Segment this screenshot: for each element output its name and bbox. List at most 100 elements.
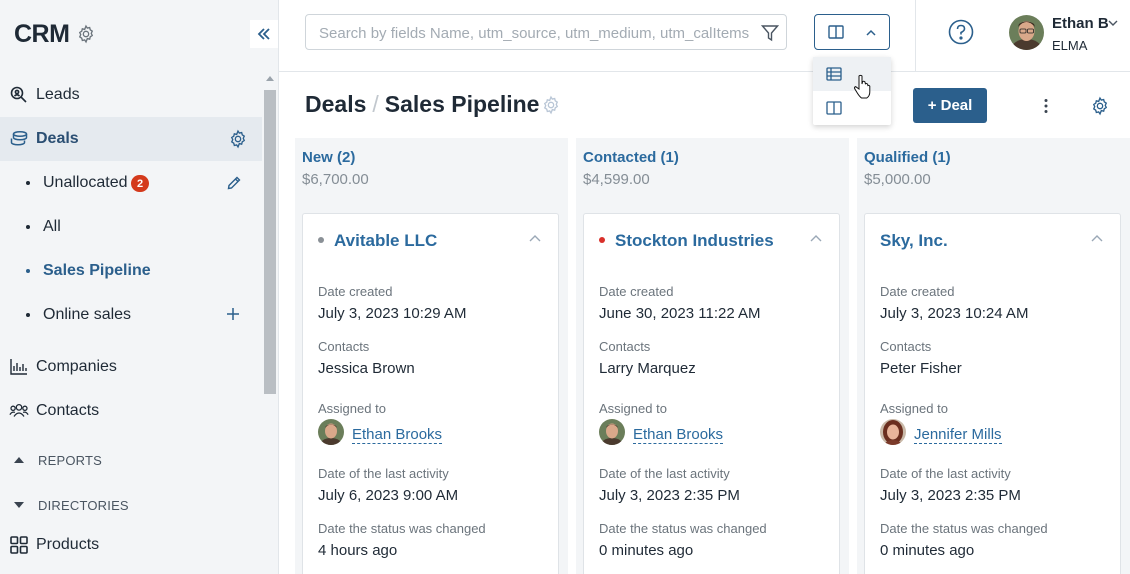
deal-card[interactable]: Avitable LLC Date created July 3, 2023 1…	[302, 213, 559, 574]
sidebar-item-deals[interactable]: Deals	[0, 117, 262, 161]
user-name[interactable]: Ethan B	[1052, 15, 1109, 32]
pipeline-column-new: New (2) $6,700.00 Avitable LLC Date crea…	[295, 138, 568, 574]
edit-pencil-icon[interactable]	[226, 175, 242, 191]
status-changed-value: 0 minutes ago	[880, 542, 975, 559]
sidebar-subitem-unallocated[interactable]: Unallocated 2	[0, 161, 262, 205]
chevron-up-icon[interactable]	[1091, 234, 1103, 242]
leads-search-icon	[10, 86, 27, 103]
assignee-avatar	[318, 419, 344, 445]
sidebar-scroll-thumb[interactable]	[264, 90, 276, 394]
column-sum: $6,700.00	[302, 171, 369, 188]
status-changed-value: 0 minutes ago	[599, 542, 694, 559]
assignee-link[interactable]: Ethan Brooks	[633, 427, 724, 444]
breadcrumb-current: Sales Pipeline	[384, 91, 540, 117]
section-label: DIRECTORIES	[38, 498, 129, 513]
sidebar: CRM Leads Deals Unallocated 2 All Sales …	[0, 0, 279, 574]
table-view-icon	[826, 67, 842, 81]
field-label: Date of the last activity	[599, 466, 730, 481]
sidebar-item-companies[interactable]: Companies	[0, 345, 262, 389]
pipeline-column-contacted: Contacted (1) $4,599.00 Stockton Industr…	[576, 138, 849, 574]
sidebar-subitem-label: Unallocated	[43, 174, 128, 191]
settings-gear-icon[interactable]	[76, 24, 96, 44]
deal-title[interactable]: Stockton Industries	[615, 231, 774, 251]
caret-up-icon	[14, 457, 24, 463]
view-mode-selector[interactable]	[814, 14, 890, 50]
field-label: Date of the last activity	[318, 466, 449, 481]
field-label: Contacts	[318, 339, 370, 354]
last-activity-value: July 6, 2023 9:00 AM	[318, 487, 459, 504]
sidebar-item-contacts[interactable]: Contacts	[0, 389, 262, 433]
deal-title[interactable]: Sky, Inc.	[880, 231, 948, 251]
sidebar-item-products[interactable]: Products	[0, 523, 262, 567]
deal-card[interactable]: Stockton Industries Date created June 30…	[583, 213, 840, 574]
section-label: REPORTS	[38, 453, 103, 468]
chevron-up-icon[interactable]	[529, 234, 541, 242]
kanban-view-icon	[828, 25, 844, 39]
pipeline-column-qualified: Qualified (1) $5,000.00 Sky, Inc. Date c…	[857, 138, 1130, 574]
date-created-value: July 3, 2023 10:29 AM	[318, 305, 467, 322]
section-directories[interactable]: DIRECTORIES	[0, 490, 262, 520]
status-dot	[318, 237, 324, 243]
contact-value: Jessica Brown	[318, 360, 415, 377]
collapse-sidebar-button[interactable]	[250, 20, 278, 48]
column-sum: $5,000.00	[864, 171, 931, 188]
field-label: Date of the last activity	[880, 466, 1011, 481]
help-icon[interactable]	[948, 19, 974, 45]
sidebar-subitem-sales-pipeline[interactable]: Sales Pipeline	[0, 249, 262, 293]
date-created-value: July 3, 2023 10:24 AM	[880, 305, 1029, 322]
pipeline-settings-gear-icon[interactable]	[541, 95, 561, 115]
column-title[interactable]: Contacted (1)	[583, 149, 679, 166]
add-deal-button[interactable]: + Deal	[913, 88, 987, 123]
section-reports[interactable]: REPORTS	[0, 445, 262, 475]
chevron-down-icon[interactable]	[1108, 19, 1118, 27]
status-changed-value: 4 hours ago	[318, 542, 398, 559]
view-option-table[interactable]	[813, 57, 891, 91]
field-label: Assigned to	[880, 401, 948, 416]
bar-chart-icon	[10, 359, 27, 375]
assignee-link[interactable]: Jennifer Mills	[914, 427, 1002, 444]
deal-title[interactable]: Avitable LLC	[334, 231, 437, 251]
search-input[interactable]: Search by fields Name, utm_source, utm_m…	[305, 14, 787, 50]
sidebar-item-leads[interactable]: Leads	[0, 73, 262, 117]
view-option-kanban[interactable]	[813, 91, 891, 125]
column-title[interactable]: Qualified (1)	[864, 149, 951, 166]
count-badge: 2	[131, 175, 149, 192]
filter-icon[interactable]	[761, 24, 779, 42]
deal-card[interactable]: Sky, Inc. Date created July 3, 2023 10:2…	[864, 213, 1121, 574]
column-title[interactable]: New (2)	[302, 149, 355, 166]
user-organization: ELMA	[1052, 38, 1088, 53]
user-avatar-image	[1009, 15, 1044, 50]
sidebar-subitem-label: Sales Pipeline	[43, 262, 151, 279]
status-dot	[599, 237, 605, 243]
deals-settings-gear-icon[interactable]	[228, 129, 248, 149]
contact-value: Peter Fisher	[880, 360, 962, 377]
sidebar-item-label: Leads	[36, 86, 80, 103]
plus-icon[interactable]	[226, 307, 240, 321]
more-options-icon[interactable]	[1041, 98, 1051, 114]
caret-down-icon	[14, 502, 24, 508]
kanban-view-icon	[826, 101, 842, 115]
user-avatar[interactable]	[1009, 15, 1044, 50]
field-label: Assigned to	[599, 401, 667, 416]
last-activity-value: July 3, 2023 2:35 PM	[880, 487, 1021, 504]
hand-pointer-cursor-icon	[854, 74, 871, 99]
sidebar-item-label: Deals	[36, 130, 79, 147]
sidebar-item-label: Products	[36, 536, 100, 553]
chevron-up-icon	[866, 29, 876, 36]
sidebar-subitem-online-sales[interactable]: Online sales	[0, 293, 262, 337]
assignee-link[interactable]: Ethan Brooks	[352, 427, 443, 444]
date-created-value: June 30, 2023 11:22 AM	[599, 305, 761, 322]
breadcrumb-root[interactable]: Deals	[305, 91, 366, 117]
scroll-up-arrow-icon[interactable]	[266, 76, 274, 81]
field-label: Date created	[599, 284, 674, 299]
double-chevron-left-icon	[257, 28, 270, 40]
field-label: Contacts	[599, 339, 651, 354]
field-label: Contacts	[880, 339, 932, 354]
board-settings-gear-icon[interactable]	[1090, 96, 1110, 116]
sidebar-subitem-all[interactable]: All	[0, 205, 262, 249]
sidebar-item-label: Contacts	[36, 402, 100, 419]
assignee-avatar	[599, 419, 625, 445]
search-placeholder: Search by fields Name, utm_source, utm_m…	[319, 25, 749, 42]
field-label: Date created	[880, 284, 955, 299]
chevron-up-icon[interactable]	[810, 234, 822, 242]
